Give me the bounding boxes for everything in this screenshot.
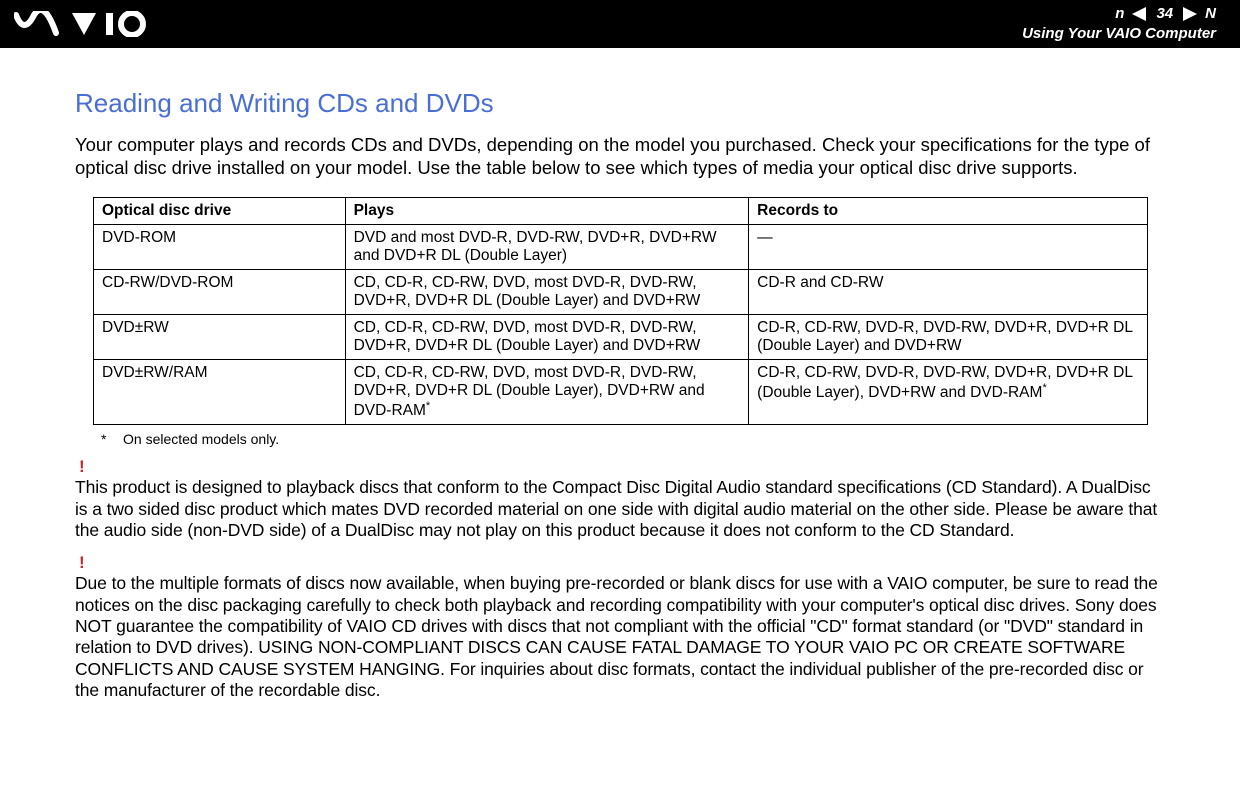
- th-records: Records to: [749, 198, 1148, 225]
- cell-plays: CD, CD-R, CD-RW, DVD, most DVD-R, DVD-RW…: [345, 360, 749, 425]
- table-row: DVD-ROM DVD and most DVD-R, DVD-RW, DVD+…: [94, 225, 1148, 270]
- table-row: DVD±RW CD, CD-R, CD-RW, DVD, most DVD-R,…: [94, 315, 1148, 360]
- footnote-ref: *: [426, 400, 430, 412]
- warning-icon: !: [79, 553, 1165, 573]
- cell-records: CD-R, CD-RW, DVD-R, DVD-RW, DVD+R, DVD+R…: [749, 315, 1148, 360]
- vaio-logo: [14, 10, 154, 38]
- cell-records: —: [749, 225, 1148, 270]
- breadcrumb: Using Your VAIO Computer: [1022, 25, 1216, 43]
- warning-text: Due to the multiple formats of discs now…: [75, 573, 1165, 701]
- warning-1: ! This product is designed to playback d…: [75, 457, 1165, 541]
- cell-plays: CD, CD-R, CD-RW, DVD, most DVD-R, DVD-RW…: [345, 315, 749, 360]
- cell-drive: DVD±RW/RAM: [94, 360, 346, 425]
- page-title: Reading and Writing CDs and DVDs: [75, 88, 1165, 119]
- cell-records: CD-R and CD-RW: [749, 270, 1148, 315]
- warning-icon: !: [79, 457, 1165, 477]
- warning-2: ! Due to the multiple formats of discs n…: [75, 553, 1165, 701]
- nav-n-left: n: [1115, 5, 1124, 23]
- arrow-right-icon[interactable]: [1183, 7, 1197, 21]
- table-header-row: Optical disc drive Plays Records to: [94, 198, 1148, 225]
- footnote-star: *: [101, 431, 123, 447]
- cell-drive: CD-RW/DVD-ROM: [94, 270, 346, 315]
- footnote-ref: *: [1042, 382, 1046, 394]
- th-drive: Optical disc drive: [94, 198, 346, 225]
- footnote-text: On selected models only.: [123, 431, 279, 447]
- table-row: DVD±RW/RAM CD, CD-R, CD-RW, DVD, most DV…: [94, 360, 1148, 425]
- intro-paragraph: Your computer plays and records CDs and …: [75, 133, 1165, 179]
- cell-drive: DVD-ROM: [94, 225, 346, 270]
- vaio-logo-svg: [14, 11, 154, 37]
- page-header: n 34 N Using Your VAIO Computer: [0, 0, 1240, 48]
- nav-n-right: N: [1205, 5, 1216, 23]
- cell-plays: CD, CD-R, CD-RW, DVD, most DVD-R, DVD-RW…: [345, 270, 749, 315]
- th-plays: Plays: [345, 198, 749, 225]
- cell-records: CD-R, CD-RW, DVD-R, DVD-RW, DVD+R, DVD+R…: [749, 360, 1148, 425]
- page-nav: n 34 N: [1022, 5, 1216, 23]
- page-number: 34: [1156, 5, 1173, 23]
- table-footnote: *On selected models only.: [101, 431, 1165, 447]
- page-content: Reading and Writing CDs and DVDs Your co…: [0, 48, 1240, 744]
- cell-plays-text: CD, CD-R, CD-RW, DVD, most DVD-R, DVD-RW…: [354, 364, 705, 419]
- cell-records-text: CD-R, CD-RW, DVD-R, DVD-RW, DVD+R, DVD+R…: [757, 364, 1132, 401]
- arrow-left-icon[interactable]: [1132, 7, 1146, 21]
- header-right: n 34 N Using Your VAIO Computer: [1022, 5, 1216, 43]
- warning-text: This product is designed to playback dis…: [75, 477, 1165, 541]
- disc-support-table: Optical disc drive Plays Records to DVD-…: [93, 197, 1148, 425]
- cell-plays: DVD and most DVD-R, DVD-RW, DVD+R, DVD+R…: [345, 225, 749, 270]
- table-row: CD-RW/DVD-ROM CD, CD-R, CD-RW, DVD, most…: [94, 270, 1148, 315]
- cell-drive: DVD±RW: [94, 315, 346, 360]
